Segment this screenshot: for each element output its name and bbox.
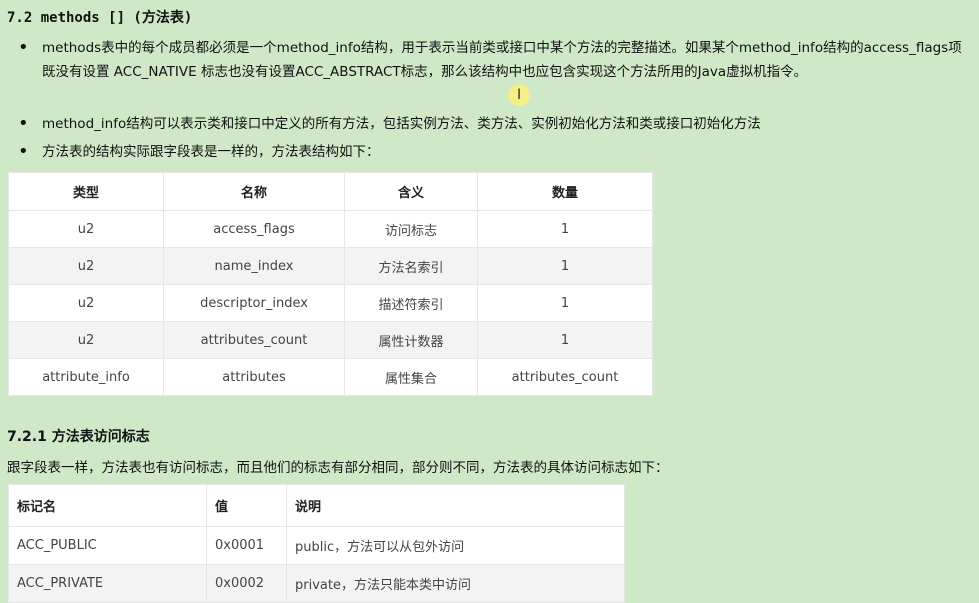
table-cell: u2: [8, 321, 164, 359]
table-cell: 1: [477, 247, 653, 285]
section-title: 7.2 methods [] (方法表): [7, 10, 193, 26]
table-cell: 属性集合: [344, 358, 478, 396]
table-row: u2 descriptor_index 描述符索引 1: [8, 284, 653, 322]
table-header-cell: 标记名: [8, 484, 207, 527]
table-cell: u2: [8, 247, 164, 285]
table-row: ACC_PRIVATE 0x0002 private，方法只能本类中访问: [8, 564, 625, 603]
table-cell: 访问标志: [344, 210, 478, 248]
table-cell: 1: [477, 284, 653, 322]
table-cell: 1: [477, 210, 653, 248]
table-cell: attributes_count: [163, 321, 345, 359]
bullet-item: methods表中的每个成员都必须是一个method_info结构，用于表示当前…: [18, 36, 973, 108]
table-header-cell: 含义: [344, 172, 478, 211]
bullet-item: method_info结构可以表示类和接口中定义的所有方法，包括实例方法、类方法…: [18, 112, 973, 136]
table-header-cell: 数量: [477, 172, 653, 211]
bullet-list: methods表中的每个成员都必须是一个method_info结构，用于表示当前…: [18, 36, 973, 164]
table-cell: attributes: [163, 358, 345, 396]
access-flags-table: 标记名 值 说明 ACC_PUBLIC 0x0001 public，方法可以从包…: [8, 484, 625, 603]
table-row: u2 name_index 方法名索引 1: [8, 247, 653, 285]
table-cell: attribute_info: [8, 358, 164, 396]
table-cell: u2: [8, 210, 164, 248]
table-cell: private，方法只能本类中访问: [286, 564, 625, 603]
table-cell: descriptor_index: [163, 284, 345, 322]
table-header-cell: 类型: [8, 172, 164, 211]
table-cell: 1: [477, 321, 653, 359]
table-cell: public，方法可以从包外访问: [286, 526, 625, 565]
table-cell: 属性计数器: [344, 321, 478, 359]
table-cell: 0x0002: [206, 564, 287, 603]
table-row: u2 access_flags 访问标志 1: [8, 210, 653, 248]
table-row: u2 attributes_count 属性计数器 1: [8, 321, 653, 359]
table-cell: 0x0001: [206, 526, 287, 565]
table-row: ACC_PUBLIC 0x0001 public，方法可以从包外访问: [8, 526, 625, 565]
text-cursor-icon: I: [508, 84, 530, 106]
table-cell: ACC_PRIVATE: [8, 564, 207, 603]
bullet-item: 方法表的结构实际跟字段表是一样的，方法表结构如下：: [18, 140, 973, 164]
table-header-cell: 说明: [286, 484, 625, 527]
table-cell: 描述符索引: [344, 284, 478, 322]
subsection-title: 7.2.1 方法表访问标志: [7, 429, 150, 445]
table-cell: attributes_count: [477, 358, 653, 396]
table-cell: access_flags: [163, 210, 345, 248]
method-table: 类型 名称 含义 数量 u2 access_flags 访问标志 1 u2 na…: [8, 172, 653, 396]
table-cell: u2: [8, 284, 164, 322]
table-cell: ACC_PUBLIC: [8, 526, 207, 565]
table-header-cell: 名称: [163, 172, 345, 211]
table-cell: name_index: [163, 247, 345, 285]
table-header-cell: 值: [206, 484, 287, 527]
table-row: attribute_info attributes 属性集合 attribute…: [8, 358, 653, 396]
table-cell: 方法名索引: [344, 247, 478, 285]
subsection-text: 跟字段表一样，方法表也有访问标志，而且他们的标志有部分相同，部分则不同，方法表的…: [7, 460, 669, 476]
